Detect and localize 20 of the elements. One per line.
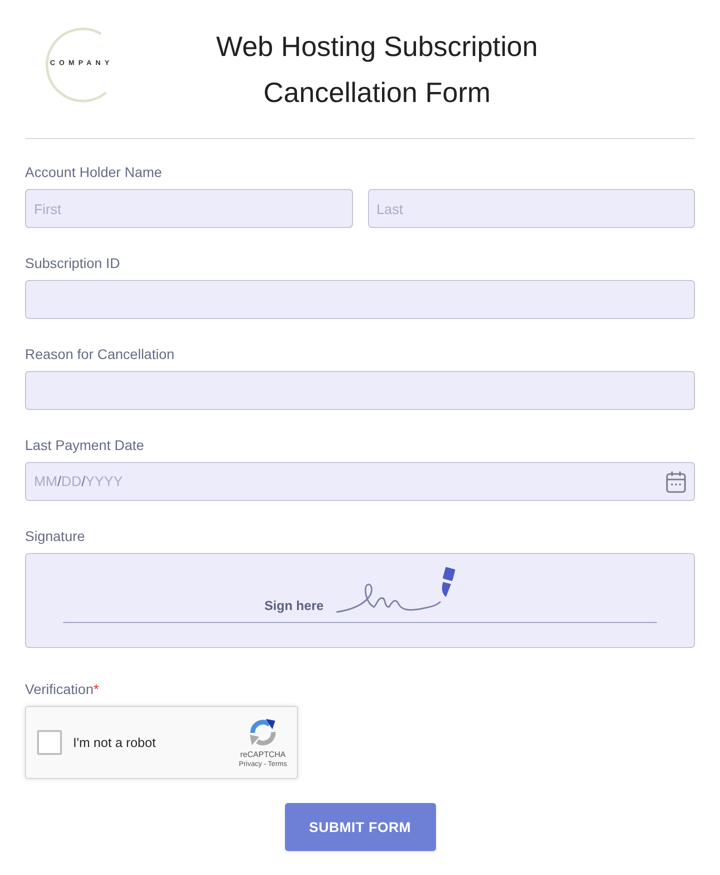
calendar-icon — [666, 470, 686, 492]
name-input[interactable]: First — [25, 189, 352, 228]
signature-pad[interactable]: Sign here — [25, 553, 695, 648]
field-label: Reason for Cancellation — [25, 345, 176, 364]
field-label: Verification* — [25, 680, 100, 699]
field-label: Subscription ID — [25, 254, 121, 273]
name-input[interactable]: Last — [368, 189, 695, 228]
field-label: Last Payment Date — [25, 436, 146, 455]
field-label: Signature — [25, 527, 86, 546]
pen-signature-icon — [336, 566, 456, 614]
field-label: Account Holder Name — [25, 163, 163, 182]
submit-button[interactable]: SUBMIT FORM — [284, 803, 436, 851]
checkbox-label: I'm not a robot — [73, 734, 156, 752]
recaptcha-brand: reCAPTCHA — [240, 750, 286, 760]
text-input[interactable] — [25, 371, 695, 410]
form-title: Web Hosting Subscription Cancellation Form — [215, 30, 539, 110]
text-input[interactable] — [25, 280, 695, 319]
date-field[interactable]: MM/DD/YYYY — [25, 462, 695, 501]
checkbox[interactable] — [37, 730, 62, 755]
circular-arrows-icon — [248, 716, 278, 746]
